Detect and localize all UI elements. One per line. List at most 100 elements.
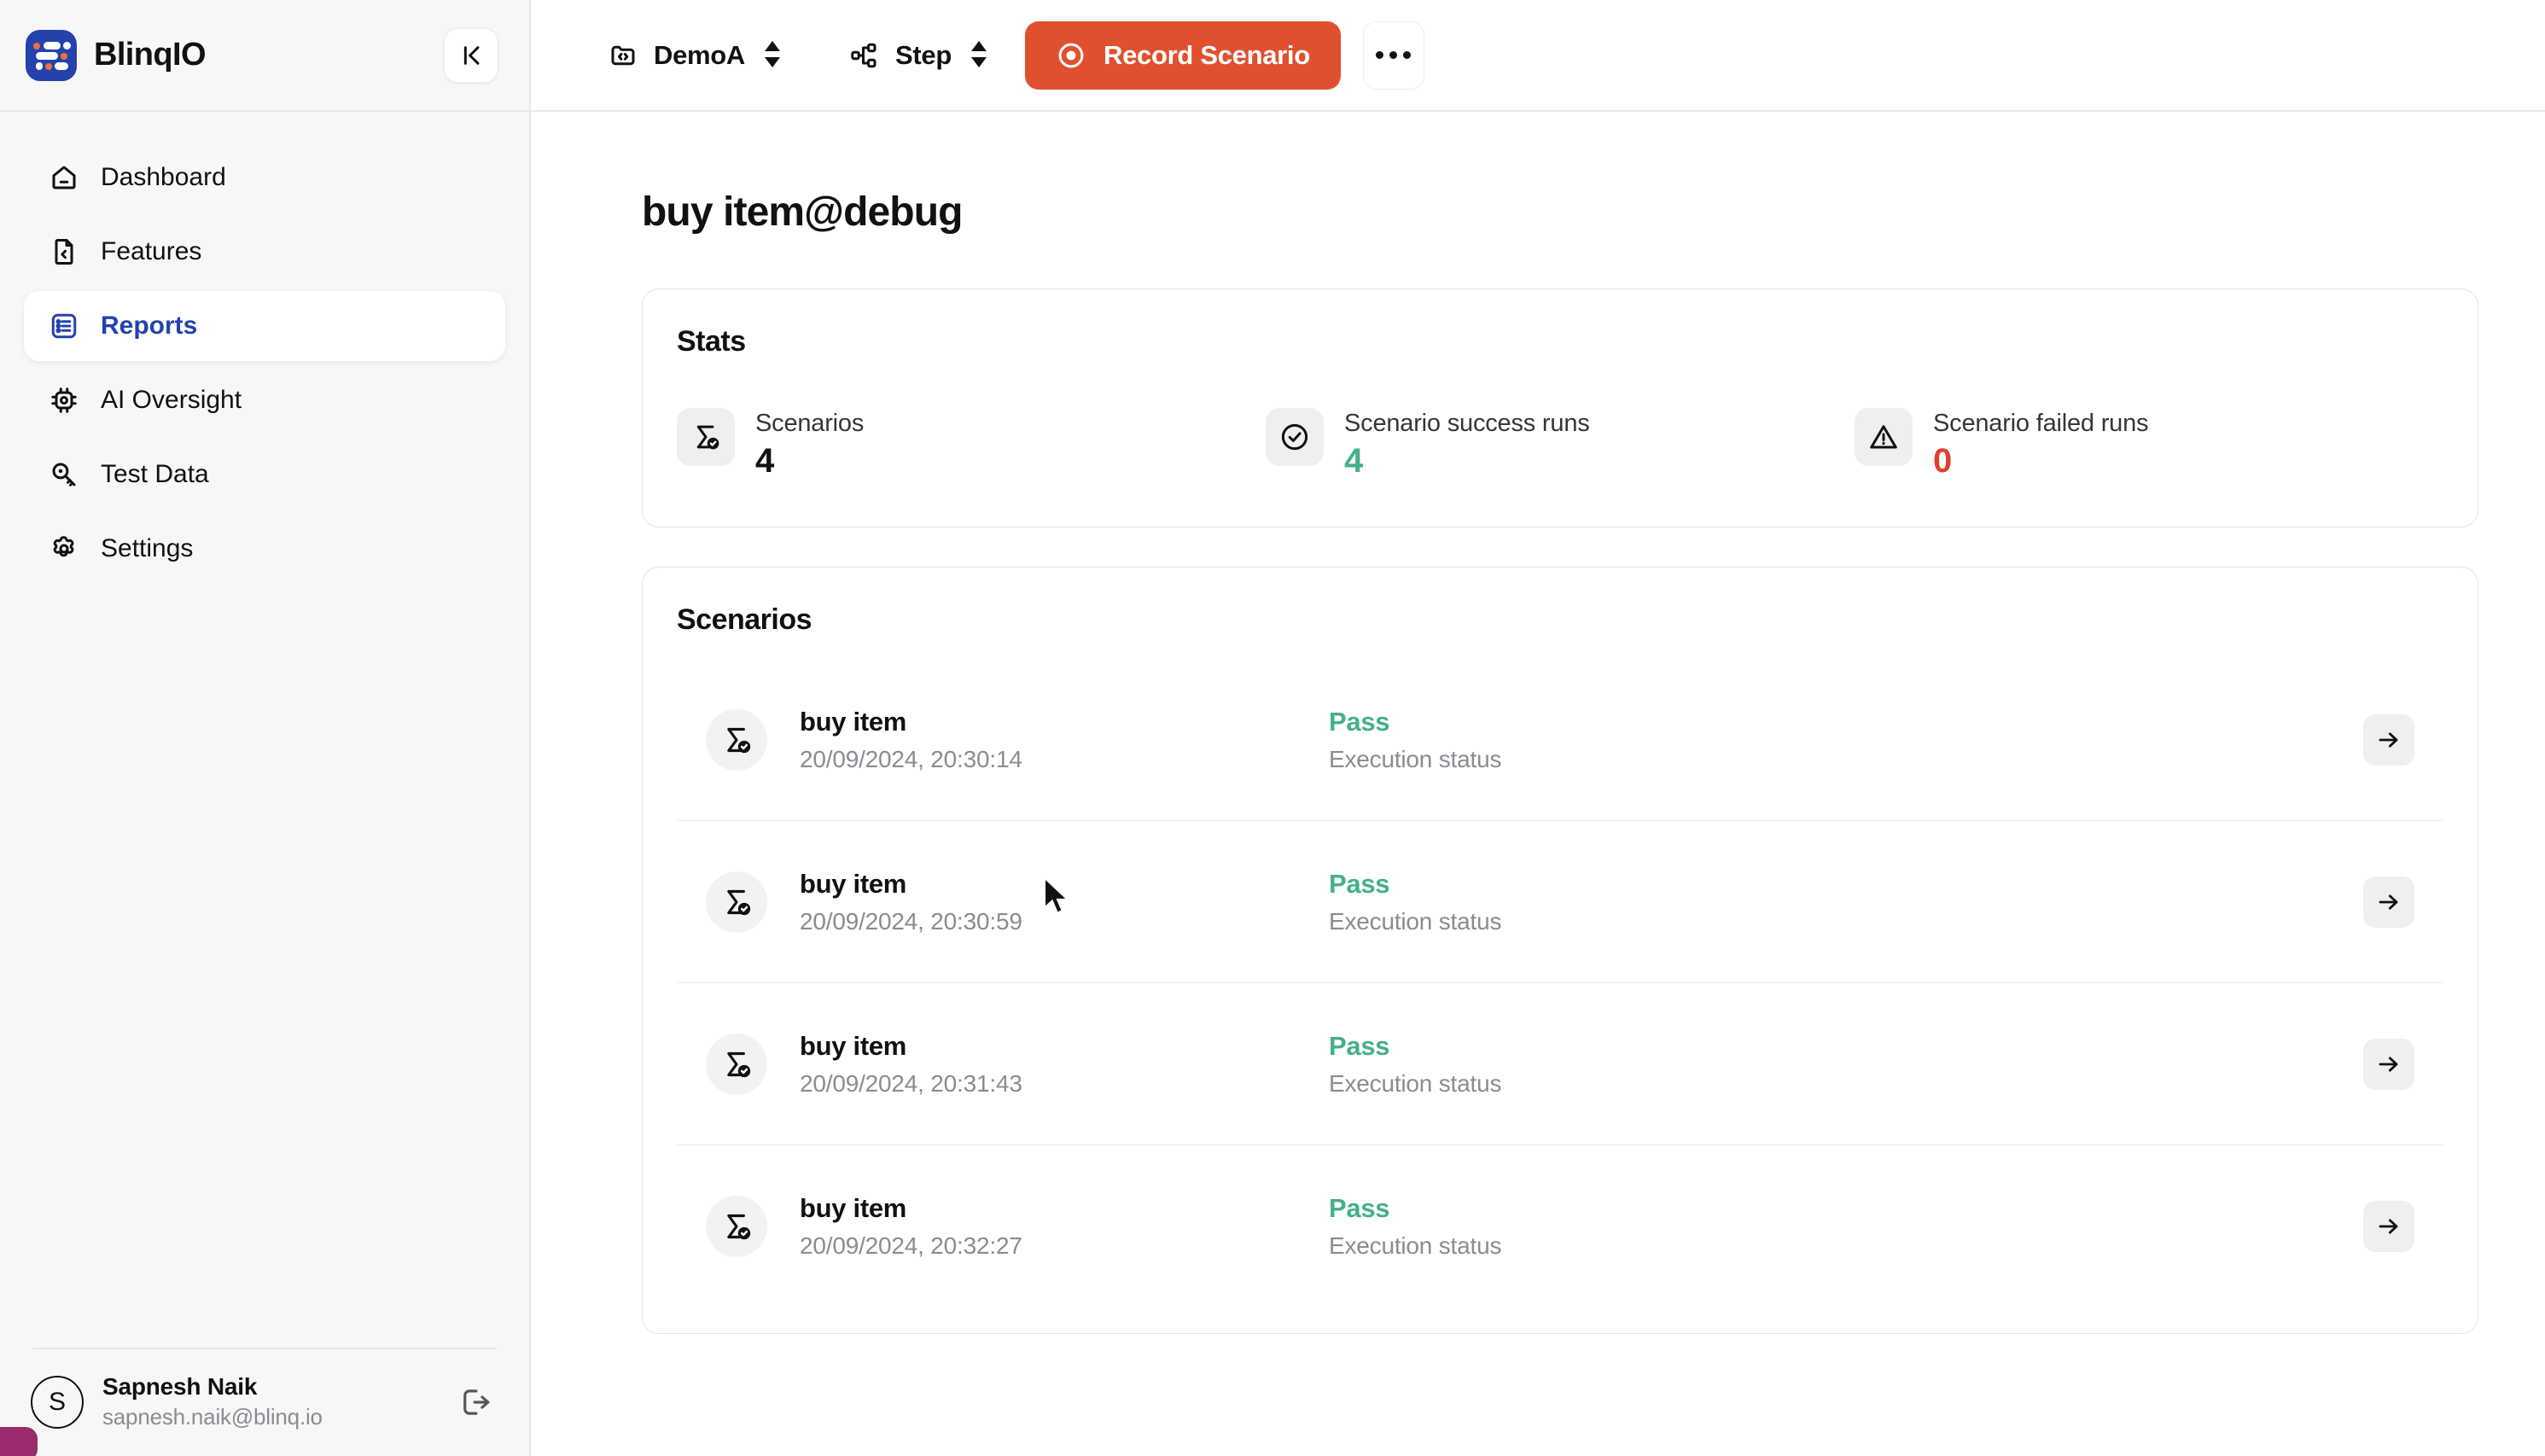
footer-divider [32,1348,497,1349]
logout-button[interactable] [452,1379,498,1425]
stat-success-runs: Scenario success runs 4 [1266,408,1855,479]
status-sublabel: Execution status [1329,907,1502,935]
arrow-right-icon [2379,1219,2398,1234]
scenario-row[interactable]: buy item 20/09/2024, 20:30:59 Pass Executio… [677,821,2443,983]
sidebar-item-dashboard[interactable]: Dashboard [24,143,505,213]
more-horizontal-icon [1376,51,1384,59]
status-badge: Pass [1329,1030,1390,1061]
blinqio-logo-icon [26,29,77,81]
step-label: Step [895,39,952,70]
stat-body: Scenario failed runs 0 [1933,408,2149,480]
arrow-right-icon [2379,731,2398,748]
record-scenario-button[interactable]: Record Scenario [1025,20,1341,90]
sidebar-item-label: AI Oversight [101,386,242,414]
status-badge: Pass [1329,706,1390,737]
app-root: BlinqIO Dashboard Features Reports AI Ov… [0,0,2545,1456]
scenario-timestamp: 20/09/2024, 20:30:59 [800,907,1022,935]
status-badge: Pass [1329,1193,1390,1223]
scenario-status: Pass Execution status [1329,869,1773,935]
project-label: DemoA [654,39,746,70]
scenario-status: Pass Execution status [1329,1031,1773,1098]
scenario-info: buy item 20/09/2024, 20:30:59 [800,869,1329,935]
record-scenario-label: Record Scenario [1104,39,1310,70]
content-inner: buy item@debug Stats Scenarios 4 Scenari… [531,189,2545,1334]
scenario-info: buy item 20/09/2024, 20:31:43 [800,1031,1329,1098]
stat-body: Scenarios 4 [755,408,864,479]
main-area: DemoA Step Record Scenario buy item@debu… [531,0,2545,1456]
user-email: sapnesh.naik@blinq.io [102,1404,323,1430]
status-sublabel: Execution status [1329,745,1502,772]
sidebar-header: BlinqIO [0,0,529,112]
sidebar-item-reports[interactable]: Reports [24,291,505,361]
arrow-right-icon [2379,1056,2398,1072]
code-folder-icon [606,38,640,73]
stat-label: Scenario failed runs [1933,410,2149,437]
sidebar-footer: S Sapnesh Naik sapnesh.naik@blinq.io [0,1348,529,1456]
brand-name: BlinqIO [94,37,207,73]
scenario-status: Pass Execution status [1329,1193,1773,1260]
home-icon [48,161,80,194]
open-scenario-button[interactable] [2363,1038,2414,1090]
up-down-chevrons-icon[interactable] [970,41,987,69]
content-scroll: buy item@debug Stats Scenarios 4 Scenari… [531,112,2545,1456]
sigma-check-icon [677,408,735,466]
step-selector[interactable]: Step [839,32,996,79]
logout-icon [463,1389,490,1415]
sidebar-item-label: Features [101,237,202,265]
scenario-name: buy item [800,706,907,737]
project-selector[interactable]: DemoA [597,32,789,79]
scenarios-title: Scenarios [677,603,812,636]
scenario-row[interactable]: buy item 20/09/2024, 20:32:27 Pass Executio… [677,1145,2443,1307]
sidebar-item-features[interactable]: Features [24,217,505,287]
record-circle-icon [1058,43,1084,67]
sidebar-item-label: Test Data [101,460,209,488]
open-scenario-button[interactable] [2363,876,2414,928]
stat-label: Scenarios [755,410,865,437]
scenario-timestamp: 20/09/2024, 20:30:14 [800,745,1022,772]
sidebar-nav: Dashboard Features Reports AI Oversight … [0,112,529,584]
scenario-row[interactable]: buy item 20/09/2024, 20:30:14 Pass Executio… [677,659,2443,821]
sidebar-item-settings[interactable]: Settings [24,514,505,584]
scenario-name: buy item [800,1193,907,1223]
scenario-status: Pass Execution status [1329,707,1773,773]
collapse-sidebar-button[interactable] [444,27,498,83]
brand: BlinqIO [26,29,207,81]
scenario-timestamp: 20/09/2024, 20:31:43 [800,1069,1022,1097]
arrow-right-icon [2379,894,2398,910]
more-options-button[interactable] [1362,20,1424,90]
scenarios-list: buy item 20/09/2024, 20:30:14 Pass Executio… [643,637,2478,1333]
more-horizontal-icon [1403,51,1412,59]
sidebar-item-test-data[interactable]: Test Data [24,440,505,510]
user-meta: Sapnesh Naik sapnesh.naik@blinq.io [102,1373,323,1430]
up-down-chevrons-icon[interactable] [764,41,781,69]
scenario-name: buy item [800,868,907,899]
sidebar-item-label: Settings [101,534,194,562]
sidebar-item-label: Dashboard [101,163,226,191]
sigma-check-icon [706,1196,767,1257]
open-scenario-button[interactable] [2363,713,2414,766]
open-scenario-button[interactable] [2363,1201,2414,1252]
page-title: buy item@debug [642,189,963,235]
scenario-info: buy item 20/09/2024, 20:32:27 [800,1193,1329,1260]
stats-title: Stats [677,325,746,358]
scenario-row[interactable]: buy item 20/09/2024, 20:31:43 Pass Executio… [677,983,2443,1145]
stats-row: Scenarios 4 Scenario success runs 4 Scen… [643,358,2478,527]
sigma-check-icon [706,1033,767,1095]
gear-icon [48,533,80,565]
scenario-info: buy item 20/09/2024, 20:30:14 [800,707,1329,773]
status-badge: Pass [1329,868,1390,899]
sidebar-item-ai-oversight[interactable]: AI Oversight [24,365,505,435]
more-horizontal-icon [1389,51,1398,59]
scenarios-card: Scenarios buy item 20/09/2024, 20:30:14 Pa… [642,567,2478,1334]
scenario-name: buy item [800,1030,907,1061]
key-search-icon [48,458,80,491]
cpu-chip-icon [48,384,80,416]
stat-value: 0 [1933,442,1952,480]
file-code-icon [48,236,80,268]
user-profile[interactable]: S Sapnesh Naik sapnesh.naik@blinq.io [24,1373,505,1430]
bottom-left-widget-sliver [0,1427,38,1456]
stat-scenarios: Scenarios 4 [677,408,1266,479]
stat-value: 4 [755,442,774,480]
scenario-timestamp: 20/09/2024, 20:32:27 [800,1232,1022,1259]
